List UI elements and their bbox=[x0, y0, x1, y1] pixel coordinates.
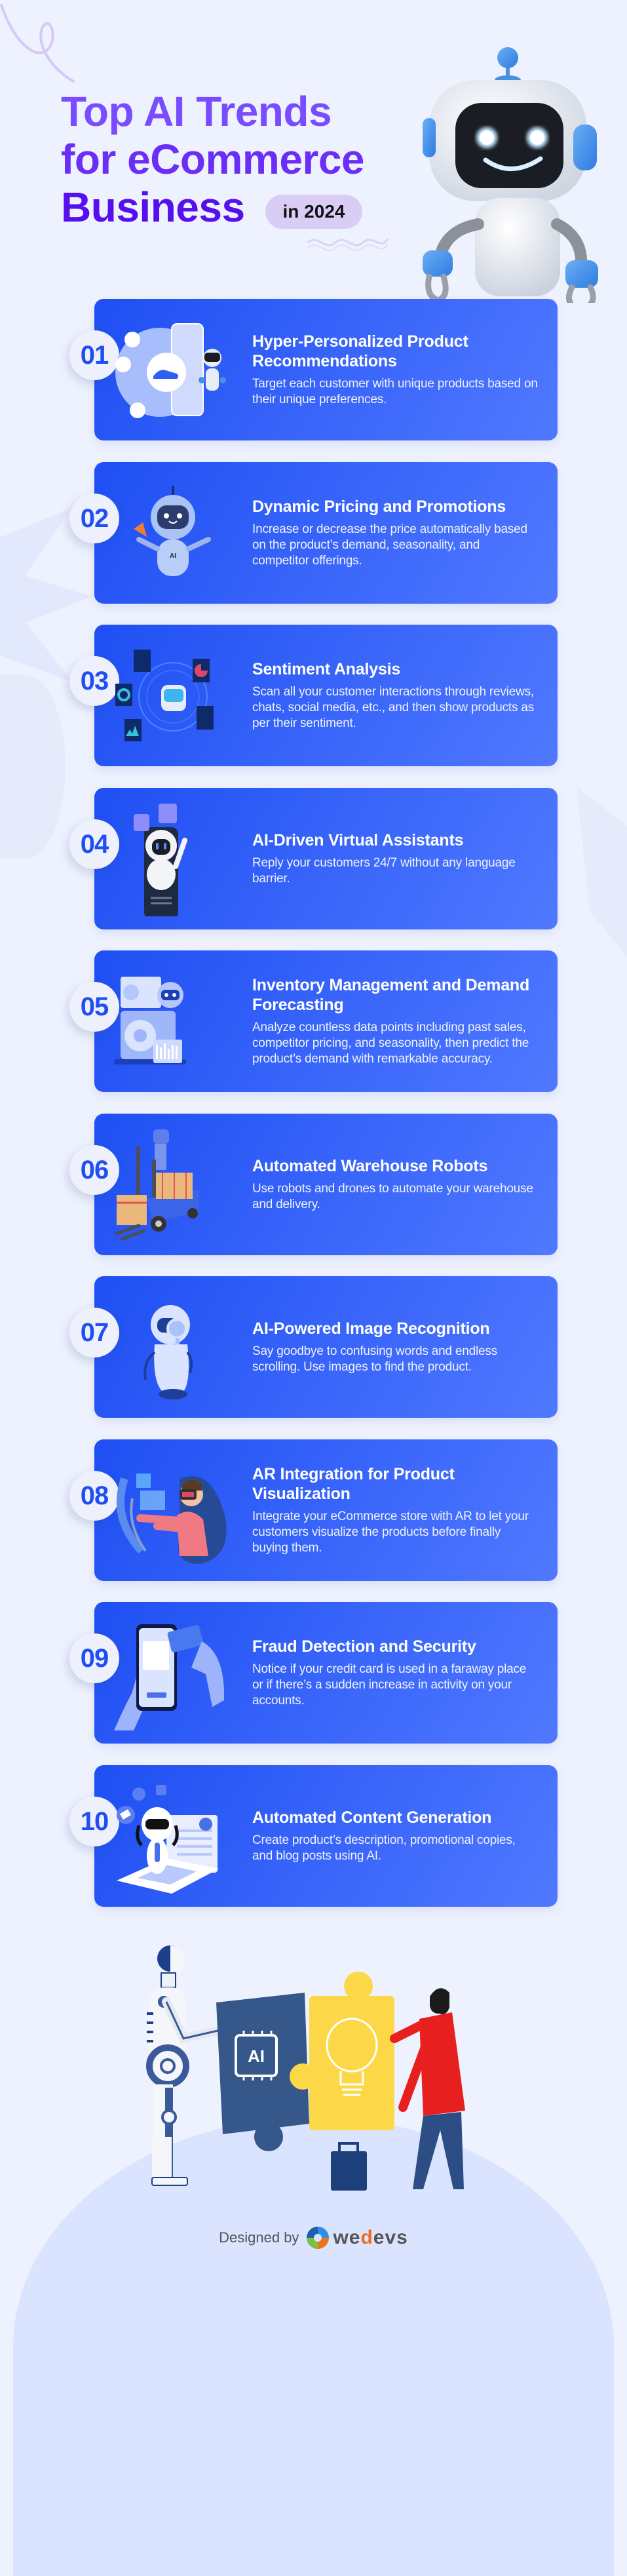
trend-description: Notice if your credit card is used in a … bbox=[252, 1662, 527, 1708]
robot-megaphone-icon: AI bbox=[134, 486, 211, 576]
ai-human-puzzle-illustration: AI bbox=[146, 1945, 465, 2191]
credit-card-phone-icon bbox=[114, 1624, 225, 1733]
trend-title: Automated Content Generation bbox=[252, 1808, 492, 1827]
wedevs-logo-icon bbox=[307, 2227, 330, 2249]
trend-number-badge: 10 bbox=[69, 1797, 119, 1846]
trend-card-06: 06 Automated Warehouse Robots Use robots… bbox=[69, 1114, 558, 1255]
trend-title: Hyper-Personalized Product Recommendatio… bbox=[252, 332, 468, 370]
trend-card-08: 08 AR Integration for Product Visualizat… bbox=[69, 1439, 558, 1581]
robot-magnifier-icon bbox=[143, 1305, 193, 1399]
trend-illustration bbox=[114, 1127, 232, 1242]
trend-number-badge: 06 bbox=[69, 1145, 119, 1195]
trend-text: AR Integration for Product Visualization… bbox=[252, 1439, 538, 1581]
trend-text: Hyper-Personalized Product Recommendatio… bbox=[252, 299, 538, 440]
trend-illustration: AI bbox=[114, 475, 232, 591]
trend-title: Dynamic Pricing and Promotions bbox=[252, 498, 506, 516]
trend-text: Sentiment Analysis Scan all your custome… bbox=[252, 625, 538, 766]
trend-description: Scan all your customer interactions thro… bbox=[252, 685, 535, 730]
trend-number-badge: 05 bbox=[69, 982, 119, 1032]
briefcase-icon bbox=[331, 2151, 367, 2191]
trend-illustration bbox=[114, 1453, 232, 1568]
trend-text: AI-Powered Image Recognition Say goodbye… bbox=[252, 1276, 538, 1418]
humanoid-robot-icon bbox=[146, 1945, 234, 2186]
trend-number-badge: 02 bbox=[69, 494, 119, 543]
trend-title: Fraud Detection and Security bbox=[252, 1637, 476, 1656]
trend-illustration bbox=[114, 801, 232, 919]
svg-text:AI: AI bbox=[248, 2046, 265, 2066]
forecast-laptop-icon bbox=[114, 977, 186, 1064]
trend-text: Inventory Management and Demand Forecast… bbox=[252, 950, 538, 1092]
vr-headset-person-icon bbox=[117, 1473, 227, 1564]
robot-laptop-content-icon bbox=[117, 1785, 219, 1894]
trend-description: Say goodbye to confusing words and endle… bbox=[252, 1344, 497, 1374]
wedevs-logo[interactable]: wedevs bbox=[305, 2225, 408, 2250]
title-line-2: for eCommerce bbox=[61, 136, 365, 183]
trend-card-02: 02 AI Dynamic Pricing and Promotions Inc… bbox=[69, 462, 558, 604]
trend-number-badge: 03 bbox=[69, 656, 119, 706]
designed-by-label: Designed by bbox=[219, 2229, 299, 2246]
trend-number-badge: 09 bbox=[69, 1633, 119, 1683]
trend-illustration bbox=[114, 1778, 232, 1894]
footer-credit: Designed by wedevs bbox=[0, 2226, 627, 2250]
trend-number-badge: 07 bbox=[69, 1308, 119, 1357]
trend-description: Use robots and drones to automate your w… bbox=[252, 1182, 533, 1211]
trend-description: Target each customer with unique product… bbox=[252, 377, 538, 406]
trend-number-badge: 01 bbox=[69, 330, 119, 380]
trend-illustration bbox=[114, 312, 232, 427]
trend-illustration bbox=[114, 964, 232, 1079]
trend-illustration bbox=[114, 638, 232, 753]
trend-description: Create product’s description, promotiona… bbox=[252, 1833, 516, 1863]
businessman-icon bbox=[390, 1988, 465, 2189]
chatbot-phone-icon bbox=[134, 804, 187, 919]
trend-title: AI-Powered Image Recognition bbox=[252, 1319, 490, 1338]
sentiment-dashboard-icon bbox=[115, 650, 214, 741]
trend-card-10: 10 Automated Content Generation Create p… bbox=[69, 1765, 558, 1907]
trend-title: AR Integration for Product Visualization bbox=[252, 1465, 455, 1503]
trend-text: Dynamic Pricing and Promotions Increase … bbox=[252, 462, 538, 604]
hero-robot-icon bbox=[423, 47, 598, 303]
trend-text: Automated Content Generation Create prod… bbox=[252, 1765, 538, 1907]
trend-title: Sentiment Analysis bbox=[252, 660, 401, 678]
svg-text:AI: AI bbox=[170, 553, 176, 560]
trend-text: Fraud Detection and Security Notice if y… bbox=[252, 1602, 538, 1744]
trend-illustration bbox=[114, 1615, 232, 1733]
trend-illustration bbox=[114, 1289, 232, 1405]
trend-title: AI-Driven Virtual Assistants bbox=[252, 831, 464, 849]
title-line-1: Top AI Trends bbox=[61, 88, 332, 135]
trend-text: AI-Driven Virtual Assistants Reply your … bbox=[252, 788, 538, 929]
decorative-wave bbox=[307, 238, 389, 252]
trend-description: Analyze countless data points including … bbox=[252, 1021, 529, 1066]
trend-title: Automated Warehouse Robots bbox=[252, 1157, 488, 1175]
forklift-robot-icon bbox=[115, 1129, 199, 1241]
trend-number-badge: 08 bbox=[69, 1471, 119, 1521]
title-line-3: Business bbox=[61, 184, 245, 231]
trend-card-05: 05 Inventory Management and Demand Forec… bbox=[69, 950, 558, 1092]
decorative-swirl bbox=[0, 4, 75, 83]
trend-card-09: 09 Fraud Detection and Security Notice i… bbox=[69, 1602, 558, 1744]
trend-description: Increase or decrease the price automatic… bbox=[252, 522, 527, 568]
trend-card-01: 01 Hyper-Personalized Product Recommenda… bbox=[69, 299, 558, 440]
trend-description: Reply your customers 24/7 without any la… bbox=[252, 856, 516, 886]
trend-text: Automated Warehouse Robots Use robots an… bbox=[252, 1114, 538, 1255]
trend-card-04: 04 AI-Driven Virtual Assistants Reply yo… bbox=[69, 788, 558, 929]
trend-description: Integrate your eCommerce store with AR t… bbox=[252, 1510, 529, 1555]
year-badge: in 2024 bbox=[265, 195, 362, 229]
trend-title: Inventory Management and Demand Forecast… bbox=[252, 976, 530, 1014]
brand-name: wedevs bbox=[333, 2227, 408, 2248]
trend-number-badge: 04 bbox=[69, 819, 119, 869]
trend-card-07: 07 AI-Powered Image Recognition Say good… bbox=[69, 1276, 558, 1418]
trend-card-03: 03 Sentiment Analysis Scan all your cust… bbox=[69, 625, 558, 766]
product-recommendation-icon bbox=[115, 323, 226, 418]
